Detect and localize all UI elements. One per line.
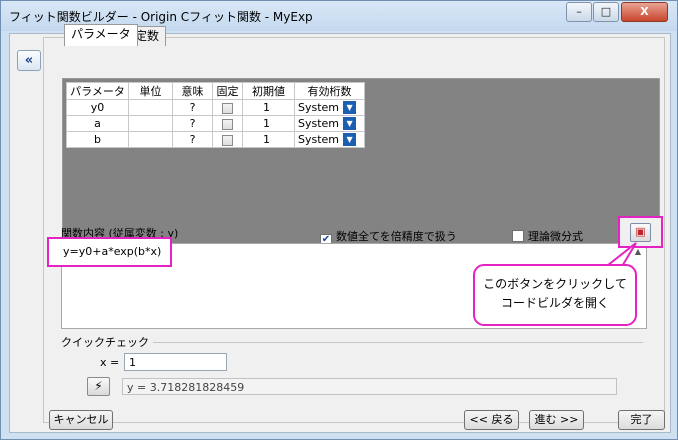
chevron-down-icon[interactable]: ▼	[343, 117, 357, 131]
cancel-button[interactable]: キャンセル	[49, 410, 113, 430]
param-initial-cell[interactable]: 1	[242, 131, 295, 148]
callout-line-1: このボタンをクリックして	[483, 277, 627, 291]
param-name-cell[interactable]: b	[66, 131, 129, 148]
x-value-input[interactable]: 1	[124, 353, 227, 371]
double-precision-label: 数値全てを倍精度で扱う	[336, 230, 457, 243]
param-meaning-cell[interactable]: ?	[172, 115, 213, 132]
x-value-label: x =	[100, 356, 120, 369]
fit-function-builder-window: フィット関数ビルダー - Origin Cフィット関数 - MyExp – □ …	[0, 0, 678, 440]
quick-check-divider	[153, 342, 643, 343]
analytic-derivative-checkbox[interactable]	[512, 230, 524, 242]
table-row: b ? 1 System ▼	[66, 131, 365, 148]
analytic-derivative-option[interactable]: 理論微分式	[512, 228, 583, 244]
maximize-button[interactable]: □	[593, 2, 619, 22]
param-meaning-cell[interactable]: ?	[172, 131, 213, 148]
collapse-panel-button[interactable]: «	[17, 50, 41, 71]
close-button[interactable]: X	[621, 2, 668, 22]
param-sig-cell[interactable]: System ▼	[294, 115, 365, 132]
sig-select-value: System	[298, 132, 340, 146]
column-header-parameter: パラメータ	[66, 82, 129, 100]
quick-check-label: クイックチェック	[61, 336, 149, 349]
next-button[interactable]: 進む >>	[529, 410, 584, 430]
sig-select-value: System	[298, 100, 340, 114]
param-fixed-cell	[212, 99, 243, 116]
window-title: フィット関数ビルダー - Origin Cフィット関数 - MyExp	[9, 10, 313, 24]
analytic-derivative-label: 理論微分式	[528, 230, 583, 243]
column-header-meaning: 意味	[172, 82, 213, 100]
param-unit-cell[interactable]	[128, 115, 173, 132]
param-fixed-cell	[212, 131, 243, 148]
param-unit-cell[interactable]	[128, 99, 173, 116]
minimize-button[interactable]: –	[566, 2, 592, 22]
fixed-checkbox[interactable]	[222, 118, 233, 130]
code-builder-button[interactable]: ▣	[630, 223, 651, 242]
param-unit-cell[interactable]	[128, 131, 173, 148]
chevron-down-icon[interactable]: ▼	[343, 133, 357, 147]
param-fixed-cell	[212, 115, 243, 132]
param-sig-cell[interactable]: System ▼	[294, 99, 365, 116]
param-name-cell[interactable]: a	[66, 115, 129, 132]
parameter-table: パラメータ 単位 意味 固定 初期値 有効桁数 y0 ? 1 System▼	[66, 82, 365, 148]
fixed-checkbox[interactable]	[222, 102, 233, 114]
param-meaning-cell[interactable]: ?	[172, 99, 213, 116]
column-header-fixed: 固定	[212, 82, 243, 100]
parameters-tab-content: パラメータ 単位 意味 固定 初期値 有効桁数 y0 ? 1 System▼	[62, 78, 660, 245]
column-header-significant-digits: 有効桁数	[294, 82, 365, 100]
param-initial-cell[interactable]: 1	[242, 99, 295, 116]
table-row: a ? 1 System ▼	[66, 115, 365, 132]
column-header-initial-value: 初期値	[242, 82, 295, 100]
column-header-unit: 単位	[128, 82, 173, 100]
param-name-cell[interactable]: y0	[66, 99, 129, 116]
fixed-checkbox[interactable]	[222, 134, 233, 146]
table-row: y0 ? 1 System ▼	[66, 99, 365, 116]
quick-check-result: y = 3.718281828459	[122, 378, 617, 395]
back-button[interactable]: << 戻る	[464, 410, 519, 430]
chevron-down-icon[interactable]: ▼	[343, 101, 357, 115]
sig-select-value: System	[298, 116, 340, 130]
running-man-icon: ⚡	[94, 379, 103, 393]
callout-line-2: コードビルダを開く	[500, 296, 609, 310]
param-sig-cell[interactable]: System ▼	[294, 131, 365, 148]
finish-button[interactable]: 完了	[618, 410, 665, 430]
code-builder-icon: ▣	[635, 225, 646, 238]
tab-parameters[interactable]: パラメータ	[64, 24, 138, 46]
evaluate-button[interactable]: ⚡	[87, 377, 110, 396]
instruction-callout: このボタンをクリックして コードビルダを開く	[473, 264, 637, 326]
formula-highlight[interactable]: y=y0+a*exp(b*x)	[47, 237, 172, 267]
formula-text: y=y0+a*exp(b*x)	[63, 245, 162, 258]
table-header-row: パラメータ 単位 意味 固定 初期値 有効桁数	[66, 82, 365, 100]
param-initial-cell[interactable]: 1	[242, 115, 295, 132]
